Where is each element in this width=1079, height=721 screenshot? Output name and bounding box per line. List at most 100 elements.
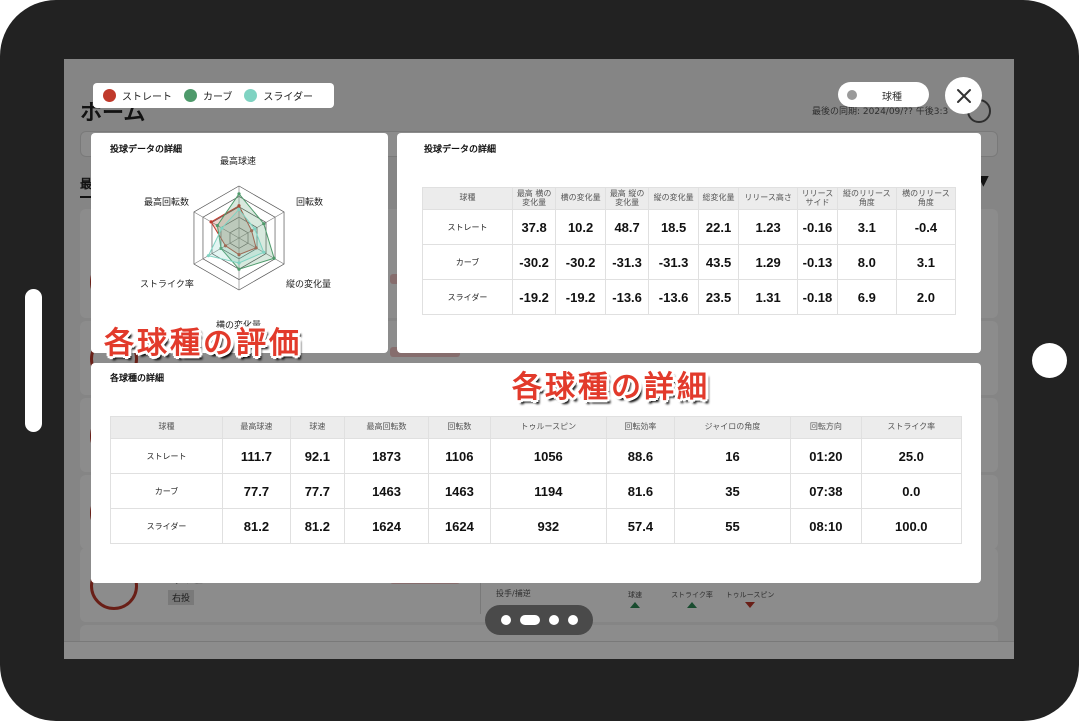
table-cell: 08:10 [790,508,862,544]
table-cell: 43.5 [697,244,740,280]
close-button[interactable] [945,77,982,114]
legend-label: スライダー [263,92,314,103]
column-header: 最高 横の 変化量 [511,187,557,210]
pitch-type-toggle[interactable]: 球種 [838,82,929,107]
table-cell: 1.31 [738,279,799,315]
toggle-knob [847,90,857,100]
table-cell: 1.29 [738,244,799,280]
page-dot[interactable] [501,615,511,625]
table-header-row: 球種 最高 横の 変化量 横の変化量 最高 縦の 変化量 縦の変化量 総変化量 リリース高さ… [422,187,957,210]
table-row: スライダー 81.2 81.2 1624 1624 932 57.4 55 08:10 100.0 [110,508,963,544]
table-row: スライダー -19.2 -19.2 -13.6 -13.6 23.5 1.31 -0.18 6.… [422,279,957,315]
column-header: ジャイロの角度 [673,416,792,439]
table-cell: 111.7 [222,438,291,474]
table-cell: 81.2 [222,508,291,544]
table-cell: 10.2 [555,209,606,245]
radar-point [215,223,219,228]
tablet-side-button [25,289,42,432]
table-cell: 6.9 [836,279,897,315]
table-cell: 23.5 [697,279,740,315]
table-row: カーブ -30.2 -30.2 -31.3 -31.3 43.5 1.29 -0.13 8.0 3… [422,244,957,280]
column-header: 球速 [289,416,345,439]
column-header: 総変化量 [697,187,740,210]
legend-item-straight[interactable]: ストレート [103,88,172,103]
annotation-evaluation: 各球種の評価 [104,326,302,361]
table-cell: 3.1 [836,209,897,245]
table-cell: 35 [673,473,792,509]
table-cell: 1056 [489,438,608,474]
table-cell: 3.1 [895,244,957,280]
legend-label: カーブ [203,92,233,103]
movement-table: 球種 最高 横の 変化量 横の変化量 最高 縦の 変化量 縦の変化量 総変化量 リリース高さ… [422,187,957,315]
row-pitch-type: ストレート [110,438,223,474]
table-cell: 37.8 [511,209,557,245]
table-cell: 77.7 [289,473,345,509]
column-header: 回転数 [428,416,491,439]
table-cell: 81.2 [289,508,345,544]
table-cell: -0.16 [797,209,838,245]
table-cell: 1624 [343,508,430,544]
table-cell: 25.0 [860,438,963,474]
table-cell: 55 [673,508,792,544]
table-cell: 81.6 [606,473,675,509]
movement-panel: 投球データの詳細 球種 最高 横の 変化量 横の変化量 最高 縦の 変化量 縦の変化量総… [397,133,981,353]
radar-axis-label: 最高球速 [220,157,257,167]
table-cell: 1624 [428,508,491,544]
column-header: トゥルースピン [489,416,608,439]
legend-item-curve[interactable]: カーブ [184,88,232,103]
table-cell: 07:38 [790,473,862,509]
radar-axis-label: 縦の変化量 [286,280,332,290]
row-pitch-type: スライダー [422,279,513,315]
table-row: ストレート 37.8 10.2 48.7 18.5 22.1 1.23 -0.16 3.1 -0.… [422,209,957,245]
legend-dot-icon [244,89,258,102]
table-cell: 57.4 [606,508,675,544]
table-cell: 48.7 [604,209,650,245]
radar-point [237,267,241,271]
tablet-home-button[interactable] [1032,343,1067,378]
table-cell: -0.13 [797,244,838,280]
column-header: リリース サイド [797,187,838,210]
table-cell: 8.0 [836,244,897,280]
column-header: 最高回転数 [343,416,430,439]
radar-point [262,250,266,254]
table-cell: -31.3 [648,244,699,280]
table-row: ストレート 111.7 92.1 1873 1106 1056 88.6 16 01:20 25.… [110,438,963,474]
radar-axis-label: ストライク率 [140,280,194,290]
annotation-detail: 各球種の詳細 [512,370,710,405]
table-row: カーブ 77.7 77.7 1463 1463 1194 81.6 35 07:38 0.0 [110,473,963,509]
page-dot-active[interactable] [520,615,540,625]
table-cell: -13.6 [604,279,650,315]
radar-axis-label: 回転数 [296,198,324,208]
radar-point [220,226,224,230]
table-cell: 22.1 [697,209,740,245]
table-cell: 932 [489,508,608,544]
table-cell: 92.1 [289,438,345,474]
legend-dot-icon [184,89,197,102]
series-legend: ストレート カーブ スライダー [93,83,334,108]
table-cell: 1106 [428,438,491,474]
page-dot[interactable] [549,615,559,625]
table-cell: 1873 [343,438,430,474]
legend-label: ストレート [122,92,172,103]
table-cell: -0.18 [797,279,838,315]
row-pitch-type: カーブ [110,473,223,509]
page-indicator [485,605,593,635]
radar-point [237,207,241,211]
radar-point [272,256,276,260]
column-header: ストライク率 [860,416,963,439]
column-header-pitch-type: 球種 [422,187,513,210]
column-header: 最高 縦の 変化量 [604,187,650,210]
table-cell: -0.4 [895,209,957,245]
table-cell: 0.0 [860,473,963,509]
table-cell: -13.6 [648,279,699,315]
table-cell: 1463 [428,473,491,509]
table-cell: 1194 [489,473,608,509]
page-dot[interactable] [568,615,578,625]
column-header: 横のリリース 角度 [895,187,957,210]
radar-point [209,220,213,224]
table-cell: 1.23 [738,209,799,245]
table-cell: 100.0 [860,508,963,544]
table-cell: -30.2 [511,244,557,280]
table-cell: -30.2 [555,244,606,280]
legend-item-slider[interactable]: スライダー [244,88,313,103]
